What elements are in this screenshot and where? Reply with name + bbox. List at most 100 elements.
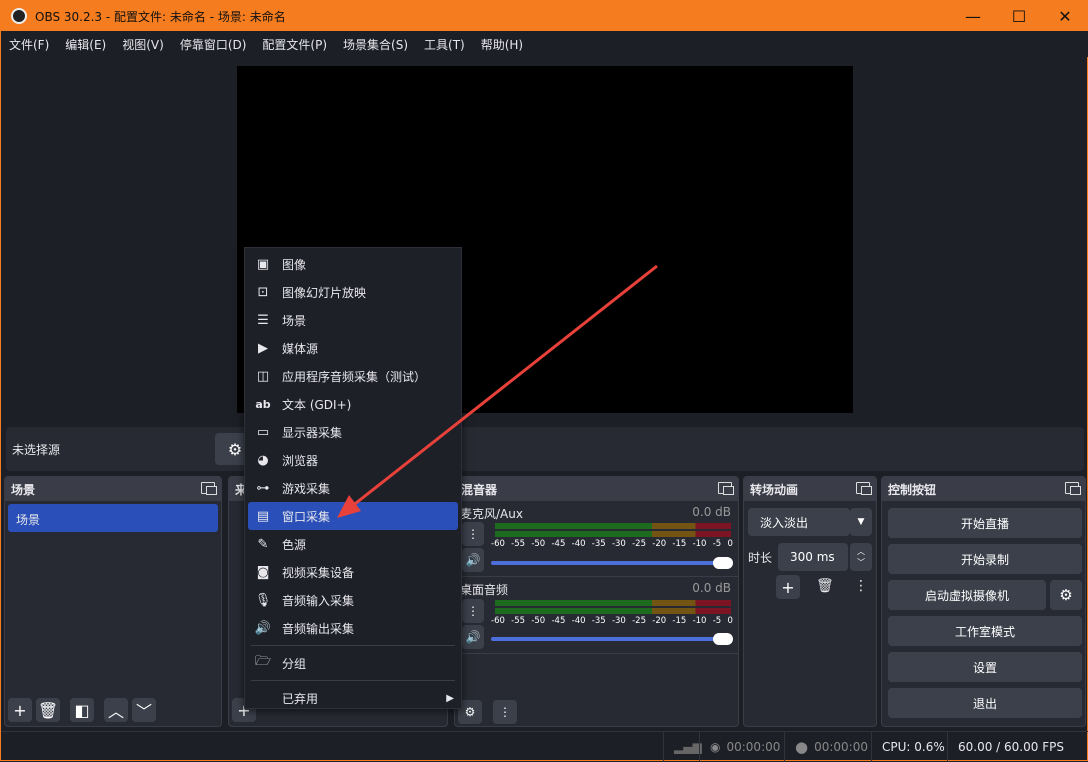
camera-icon: ◙	[254, 565, 272, 580]
menu-view[interactable]: 视图(V)	[114, 36, 172, 53]
virtual-camera-gear-icon[interactable]: ⚙	[1050, 580, 1082, 610]
tick-label: -10	[693, 616, 707, 626]
tick-label: -5	[713, 539, 721, 549]
tick-label: -45	[551, 616, 565, 626]
speaker-icon[interactable]: 🔊	[462, 625, 484, 649]
duration-input[interactable]: 300 ms	[778, 543, 848, 571]
menu-help[interactable]: 帮助(H)	[473, 36, 531, 53]
channel-name: 麦克风/Aux	[460, 505, 523, 522]
tick-label: -50	[531, 539, 545, 549]
menu-tools[interactable]: 工具(T)	[416, 36, 473, 53]
transition-menu-icon[interactable]: ⋮	[854, 578, 868, 594]
menu-item-media-source[interactable]: ▶ 媒体源	[248, 334, 458, 362]
menu-scene-collection[interactable]: 场景集合(S)	[335, 36, 416, 53]
menu-item-label: 媒体源	[282, 340, 318, 357]
chevron-down-icon[interactable]: ▼	[850, 508, 872, 536]
speaker-icon[interactable]: 🔊	[462, 548, 484, 572]
tick-label: -20	[652, 616, 666, 626]
menu-item-color-source[interactable]: ✎色源	[248, 530, 458, 558]
transition-select[interactable]: 淡入淡出	[748, 508, 850, 536]
menu-item-label: 浏览器	[282, 452, 318, 469]
menu-item-audio-input[interactable]: 🎙 音频输入采集	[248, 586, 458, 614]
menu-file[interactable]: 文件(F)	[1, 36, 57, 53]
transitions-title: 转场动画	[750, 481, 798, 498]
controls-panel: 控制按钮 开始直播 开始录制 启动虚拟摄像机 ⚙ 工作室模式 设置 退出	[881, 476, 1086, 727]
add-scene-button[interactable]: +	[8, 698, 32, 722]
menu-item-image[interactable]: ▣图像	[248, 250, 458, 278]
maximize-button[interactable]: ☐	[996, 1, 1042, 31]
menu-profile[interactable]: 配置文件(P)	[254, 36, 335, 53]
slider-handle[interactable]	[713, 557, 733, 569]
slider-handle[interactable]	[713, 633, 733, 645]
menu-item-video-capture[interactable]: ◙ 视频采集设备	[248, 558, 458, 586]
window-title: OBS 30.2.3 - 配置文件: 未命名 - 场景: 未命名	[35, 8, 286, 25]
tick-label: -35	[592, 539, 606, 549]
menu-item-label: 图像幻灯片放映	[282, 284, 366, 301]
duration-stepper[interactable]: ︿﹀	[850, 543, 872, 571]
volume-slider[interactable]	[491, 637, 731, 641]
move-up-button[interactable]: ︿	[104, 698, 128, 722]
menu-item-game-capture[interactable]: ⊶游戏采集	[248, 474, 458, 502]
menu-item-text[interactable]: ab文本 (GDI+)	[248, 390, 458, 418]
menu-separator	[251, 680, 455, 681]
no-source-label: 未选择源	[12, 441, 60, 458]
stream-time: 00:00:00	[726, 740, 780, 754]
text-icon: ab	[254, 398, 272, 411]
menu-item-browser[interactable]: ◕ 浏览器	[248, 446, 458, 474]
menu-item-window-capture[interactable]: ▤窗口采集	[248, 502, 458, 530]
mixer-menu-icon[interactable]: ⋮	[493, 700, 517, 724]
menu-item-label: 色源	[282, 536, 306, 553]
undock-icon[interactable]	[856, 482, 870, 494]
tick-label: -15	[672, 539, 686, 549]
tick-label: -60	[491, 539, 505, 549]
monitor-icon: ▭	[254, 425, 272, 440]
channel-menu-icon[interactable]: ⋮	[462, 522, 484, 546]
trash-icon[interactable]: 🗑	[816, 578, 834, 594]
trash-icon[interactable]: 🗑	[36, 698, 60, 722]
add-transition-button[interactable]: +	[776, 575, 800, 599]
studio-mode-button[interactable]: 工作室模式	[888, 616, 1082, 646]
undock-icon[interactable]	[201, 482, 215, 494]
menu-item-deprecated[interactable]: 已弃用▶	[248, 684, 458, 712]
tick-label: 0	[727, 539, 732, 549]
window-icon: ▤	[254, 509, 272, 524]
menu-item-group[interactable]: 🗁分组	[248, 649, 458, 677]
menu-item-label: 应用程序音频采集（测试）	[282, 368, 426, 385]
menu-item-label: 视频采集设备	[282, 564, 354, 581]
menu-edit[interactable]: 编辑(E)	[57, 36, 114, 53]
exit-button[interactable]: 退出	[888, 688, 1082, 718]
menu-item-scene[interactable]: ☰场景	[248, 306, 458, 334]
filter-icon[interactable]: ◧	[70, 698, 94, 722]
minimize-button[interactable]: —	[950, 1, 996, 31]
microphone-icon: 🎙	[254, 593, 272, 608]
obs-logo-icon	[11, 8, 27, 24]
tick-label: -35	[592, 616, 606, 626]
menu-item-label: 显示器采集	[282, 424, 342, 441]
menu-item-app-audio[interactable]: ◫应用程序音频采集（测试）	[248, 362, 458, 390]
menu-item-label: 音频输入采集	[282, 592, 354, 609]
title-bar: OBS 30.2.3 - 配置文件: 未命名 - 场景: 未命名 — ☐ ✕	[1, 1, 1088, 31]
play-icon: ▶	[254, 341, 272, 356]
menu-item-audio-output[interactable]: 🔊音频输出采集	[248, 614, 458, 642]
meter-ticks: -60-55-50-45-40-35-30-25-20-15-10-50	[491, 539, 733, 549]
undock-icon[interactable]	[1065, 482, 1079, 494]
streaming-icon: ◉	[710, 740, 720, 754]
fps-readout: 60.00 / 60.00 FPS	[958, 740, 1064, 754]
channel-db: 0.0 dB	[692, 505, 731, 519]
start-virtual-camera-button[interactable]: 启动虚拟摄像机	[888, 580, 1046, 610]
volume-meter	[495, 523, 731, 537]
menu-docks[interactable]: 停靠窗口(D)	[172, 36, 255, 53]
tick-label: -25	[632, 539, 646, 549]
move-down-button[interactable]: ﹀	[132, 698, 156, 722]
channel-menu-icon[interactable]: ⋮	[462, 599, 484, 623]
menu-item-display-capture[interactable]: ▭ 显示器采集	[248, 418, 458, 446]
undock-icon[interactable]	[718, 482, 732, 494]
scene-item[interactable]: 场景	[8, 504, 218, 532]
start-streaming-button[interactable]: 开始直播	[888, 508, 1082, 538]
settings-button[interactable]: 设置	[888, 652, 1082, 682]
globe-icon: ◕	[254, 453, 272, 468]
menu-item-slideshow[interactable]: ⊡图像幻灯片放映	[248, 278, 458, 306]
volume-slider[interactable]	[491, 561, 731, 565]
close-button[interactable]: ✕	[1042, 1, 1088, 31]
start-recording-button[interactable]: 开始录制	[888, 544, 1082, 574]
